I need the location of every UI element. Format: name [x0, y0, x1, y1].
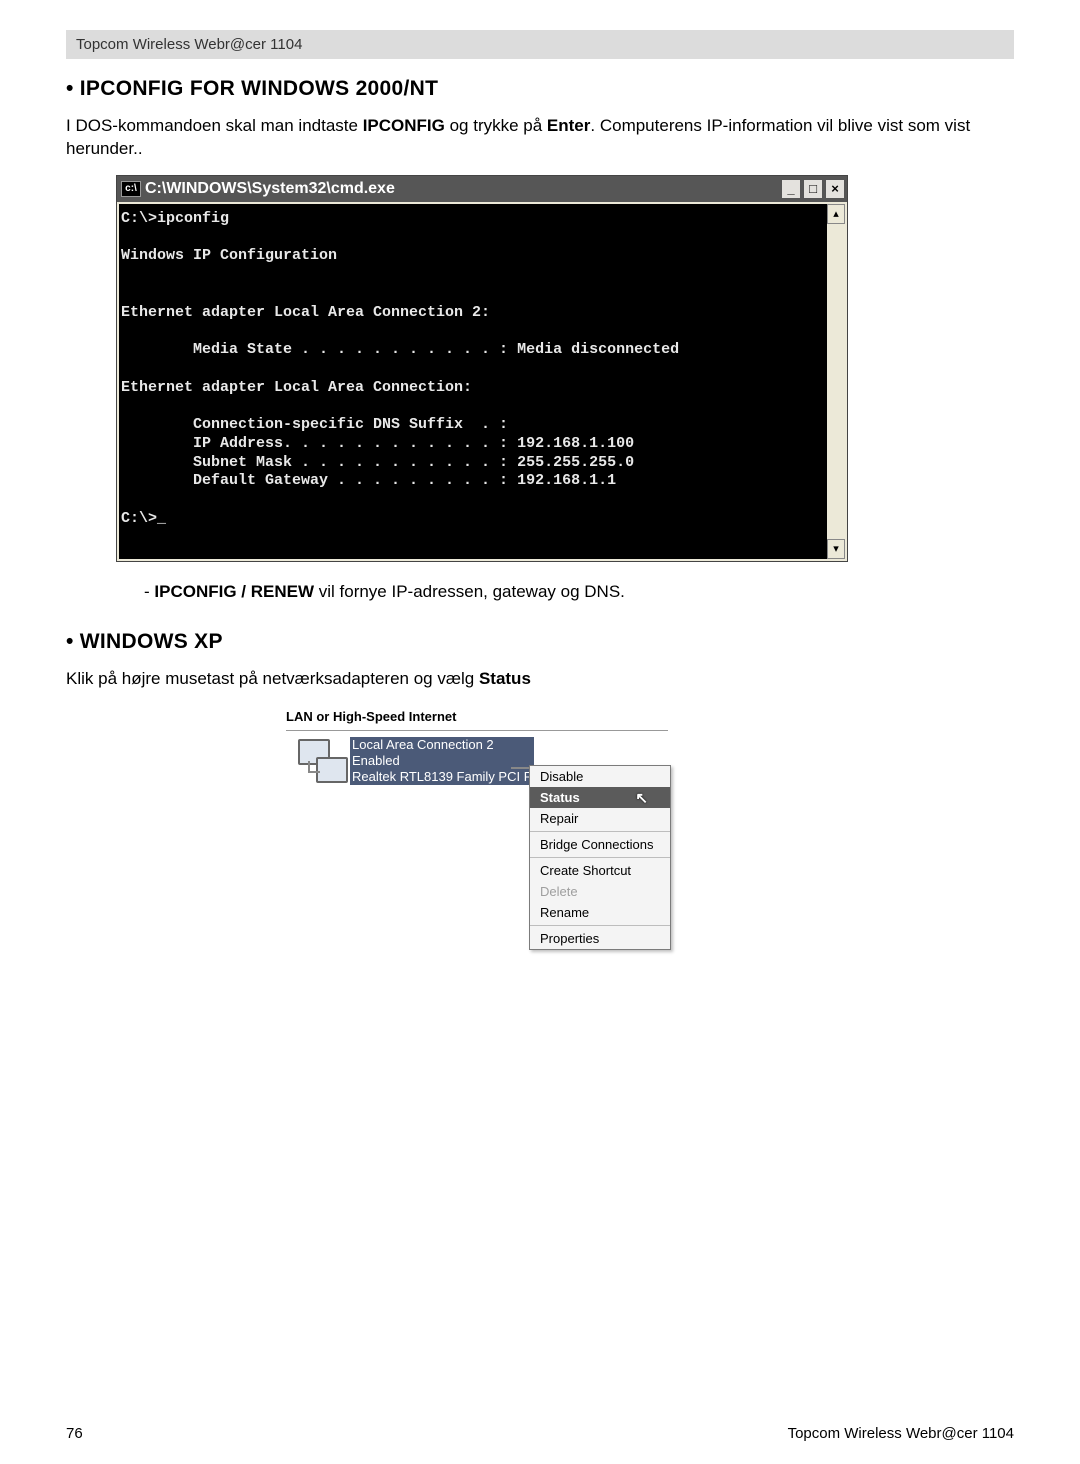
- menu-item-disable[interactable]: Disable: [530, 766, 670, 787]
- footer-title: Topcom Wireless Webr@cer 1104: [788, 1425, 1014, 1442]
- header-text: Topcom Wireless Webr@cer 1104: [76, 36, 302, 53]
- menu-item-properties[interactable]: Properties: [530, 928, 670, 949]
- conn-name: Local Area Connection 2: [352, 737, 532, 753]
- menu-item-status[interactable]: Status↖: [530, 787, 670, 808]
- menu-item-rename[interactable]: Rename: [530, 902, 670, 923]
- menu-item-bridge-connections[interactable]: Bridge Connections: [530, 834, 670, 855]
- status-literal: Status: [479, 669, 531, 688]
- section-ipconfig-heading: • IPCONFIG FOR WINDOWS 2000/NT: [66, 77, 1014, 101]
- scroll-down-icon[interactable]: ▾: [827, 539, 845, 559]
- cursor-icon: ↖: [635, 789, 648, 807]
- section-winxp-heading: • WINDOWS XP: [66, 630, 1014, 654]
- menu-item-repair[interactable]: Repair: [530, 808, 670, 829]
- text: I DOS-kommandoen skal man indtaste: [66, 116, 363, 135]
- cmd-titlebar: c:\ C:\WINDOWS\System32\cmd.exe _ □ ×: [117, 176, 847, 202]
- network-connection-icon: [298, 739, 348, 783]
- cmd-icon: c:\: [121, 181, 141, 197]
- ipconfig-renew-note: - IPCONFIG / RENEW vil fornye IP-adresse…: [144, 582, 1014, 602]
- cmd-window: c:\ C:\WINDOWS\System32\cmd.exe _ □ × C:…: [116, 175, 848, 562]
- maximize-button[interactable]: □: [803, 179, 823, 199]
- menu-separator: [530, 857, 670, 858]
- menu-origin-line: [511, 767, 529, 769]
- close-button[interactable]: ×: [825, 179, 845, 199]
- xp-connection-label: Local Area Connection 2 Enabled Realtek …: [350, 737, 534, 786]
- conn-state: Enabled: [352, 753, 532, 769]
- menu-separator: [530, 831, 670, 832]
- minimize-button[interactable]: _: [781, 179, 801, 199]
- xp-group-header: LAN or High-Speed Internet: [286, 705, 668, 731]
- page-number: 76: [66, 1425, 83, 1442]
- enter-key-literal: Enter: [547, 116, 590, 135]
- scroll-track[interactable]: [827, 224, 845, 539]
- ipconfig-intro-paragraph: I DOS-kommandoen skal man indtaste IPCON…: [66, 115, 1014, 161]
- text: Klik på højre musetast på netværksadapte…: [66, 669, 479, 688]
- cmd-scrollbar[interactable]: ▴ ▾: [827, 202, 847, 561]
- menu-item-create-shortcut[interactable]: Create Shortcut: [530, 860, 670, 881]
- dash: -: [144, 582, 154, 601]
- winxp-intro-paragraph: Klik på højre musetast på netværksadapte…: [66, 668, 1014, 691]
- scroll-up-icon[interactable]: ▴: [827, 204, 845, 224]
- xp-network-connections: LAN or High-Speed Internet Local Area Co…: [286, 705, 668, 786]
- context-menu[interactable]: DisableStatus↖Repair Bridge Connections Cr…: [529, 765, 671, 950]
- cmd-title-text: C:\WINDOWS\System32\cmd.exe: [145, 180, 781, 198]
- text: og trykke på: [445, 116, 547, 135]
- menu-separator: [530, 925, 670, 926]
- conn-adapter: Realtek RTL8139 Family PCI F...: [352, 769, 532, 785]
- page-header-band: Topcom Wireless Webr@cer 1104: [66, 30, 1014, 59]
- ipconfig-renew-literal: IPCONFIG / RENEW: [154, 582, 314, 601]
- cmd-output: C:\>ipconfig Windows IP Configuration Et…: [117, 202, 827, 561]
- page-footer: 76 Topcom Wireless Webr@cer 1104: [66, 1425, 1014, 1442]
- text: vil fornye IP-adressen, gateway og DNS.: [314, 582, 625, 601]
- menu-item-delete: Delete: [530, 881, 670, 902]
- xp-connection-row[interactable]: Local Area Connection 2 Enabled Realtek …: [286, 737, 668, 786]
- ipconfig-cmd-literal: IPCONFIG: [363, 116, 445, 135]
